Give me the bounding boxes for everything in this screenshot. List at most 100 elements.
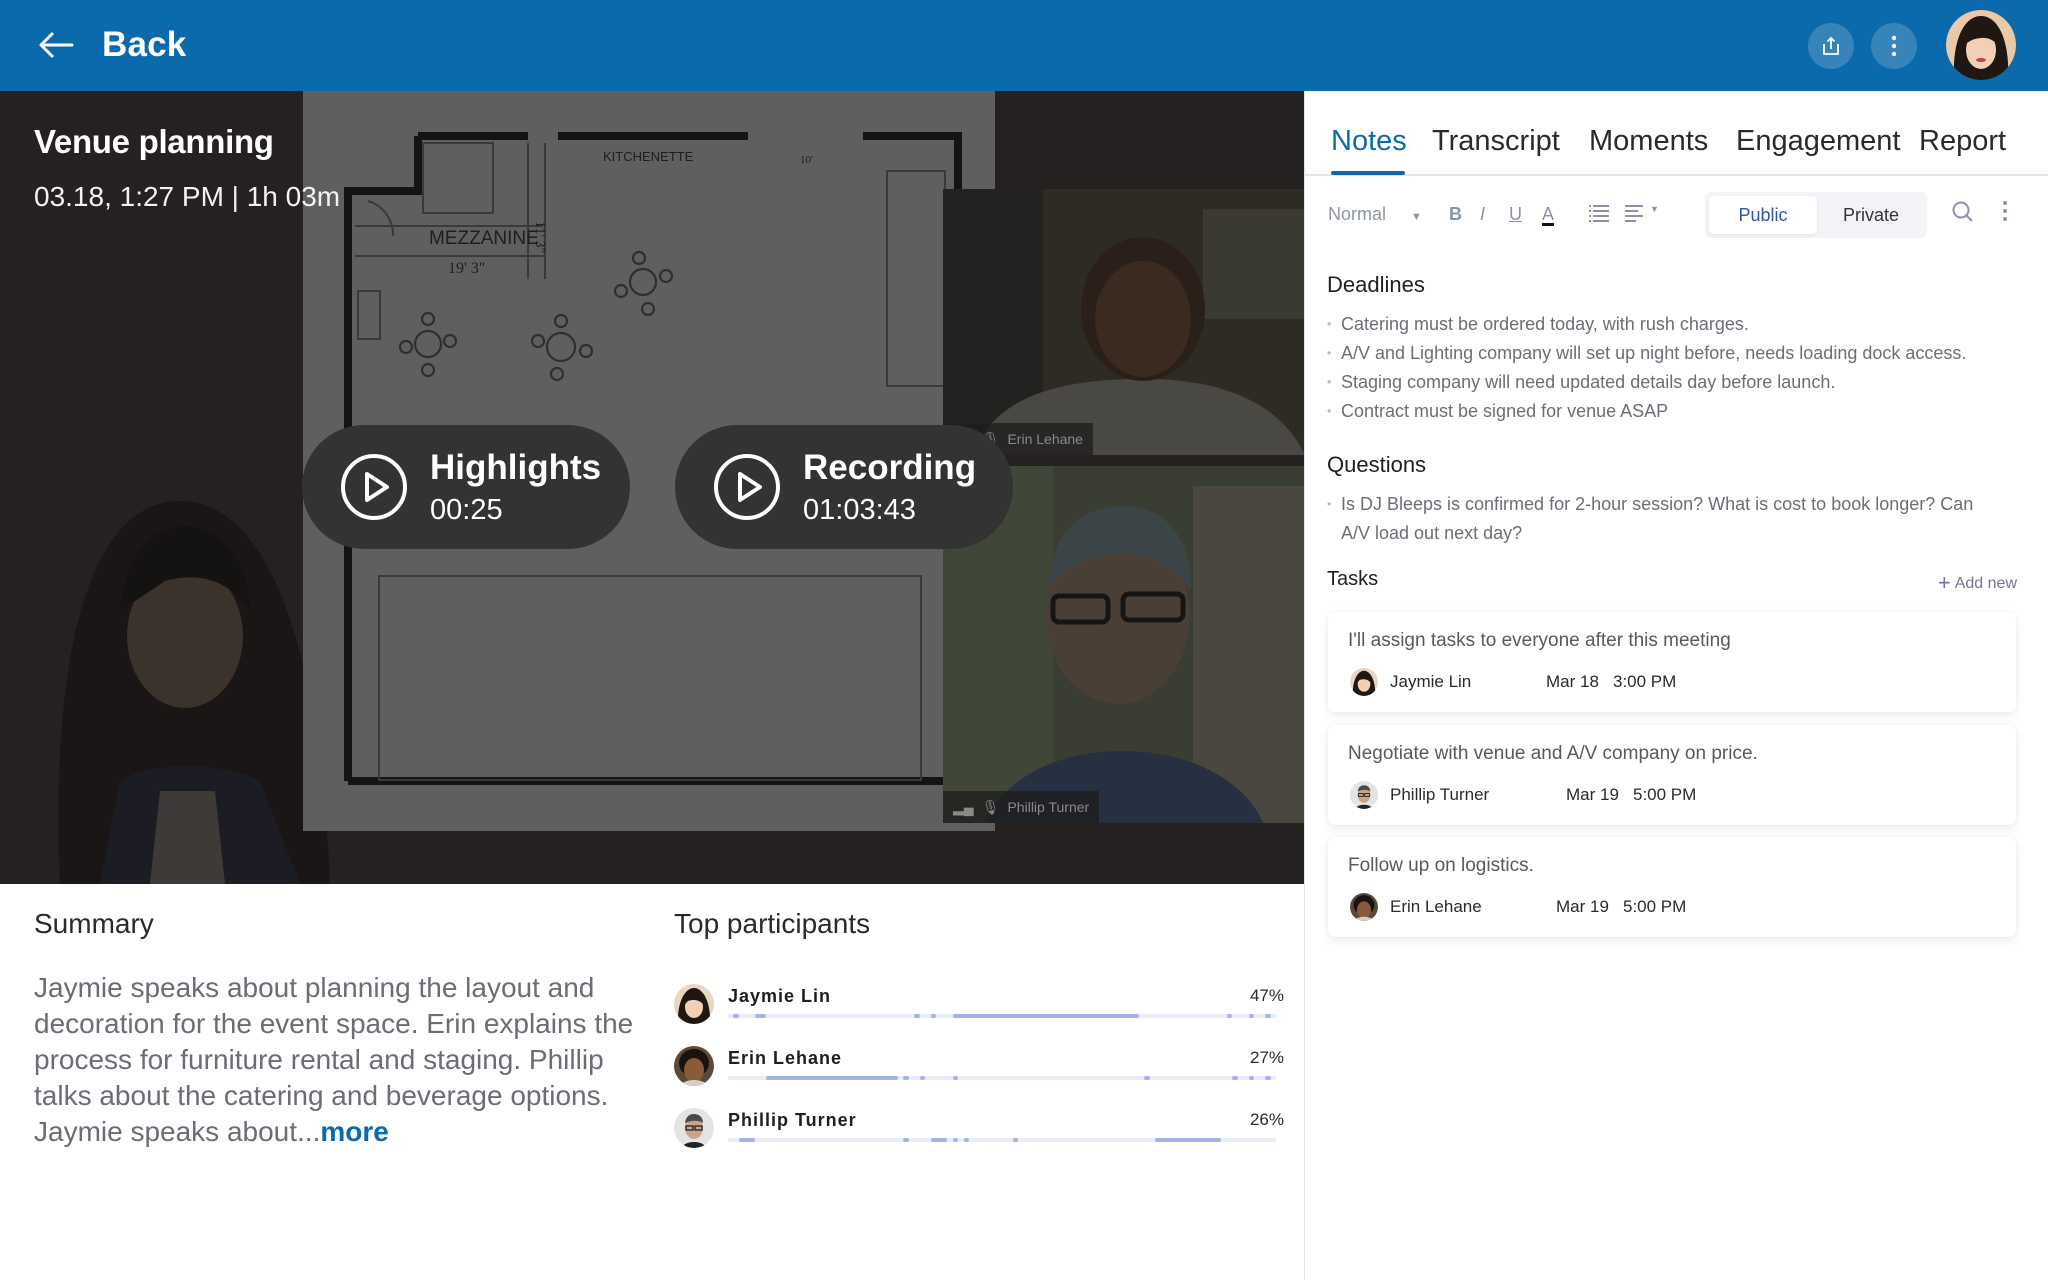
questions-heading: Questions: [1327, 452, 1427, 477]
talk-segment: [1248, 1076, 1255, 1080]
notes-more-button[interactable]: [2002, 200, 2008, 227]
italic-button[interactable]: I: [1480, 204, 1485, 225]
share-icon: [1823, 36, 1839, 55]
text-style-select[interactable]: Normal ▼: [1328, 204, 1422, 225]
assignee-name: Erin Lehane: [1390, 897, 1482, 916]
play-highlights-button[interactable]: Highlights 00:25: [302, 425, 630, 549]
caret-down-icon: ▼: [1650, 204, 1659, 214]
meeting-info: Venue planning 03.18, 1:27 PM | 1h 03m: [34, 123, 340, 213]
tab-report[interactable]: Report: [1919, 125, 2006, 158]
participant-row[interactable]: Phillip Turner 26%: [674, 1108, 1284, 1170]
align-button[interactable]: ▼: [1625, 204, 1659, 227]
task-card[interactable]: I'll assign tasks to everyone after this…: [1328, 612, 2016, 712]
summary-section: Summary Jaymie speaks about planning the…: [34, 908, 634, 1150]
play-recording-button[interactable]: Recording 01:03:43: [675, 425, 1013, 549]
talk-segment: [952, 1076, 959, 1080]
active-tab-indicator: [1331, 171, 1405, 175]
back-button[interactable]: Back: [36, 20, 186, 70]
talk-segment: [914, 1014, 920, 1018]
share-button[interactable]: [1808, 23, 1854, 69]
private-option[interactable]: Private: [1817, 196, 1925, 234]
highlights-label: Highlights: [430, 447, 602, 487]
text-style-value: Normal: [1328, 204, 1387, 224]
deadlines-heading: Deadlines: [1327, 272, 1425, 297]
participant-percent: 47%: [1249, 986, 1284, 1005]
meeting-title: Venue planning: [34, 123, 274, 160]
talk-segment: [919, 1076, 926, 1080]
talk-segment: [738, 1138, 756, 1142]
talk-segment: [1265, 1014, 1271, 1018]
tab-moments[interactable]: Moments: [1589, 125, 1708, 158]
underline-button[interactable]: U: [1509, 204, 1522, 225]
participant-percent: 26%: [1249, 1110, 1284, 1129]
talk-segment: [903, 1076, 909, 1080]
talk-time-track: [728, 1014, 1276, 1018]
more-link[interactable]: more: [320, 1116, 388, 1147]
tab-engagement[interactable]: Engagement: [1736, 125, 1900, 158]
top-participants-section: Top participants Jaymie Lin 47% Erin Leh…: [674, 908, 1284, 1170]
task-card[interactable]: Negotiate with venue and A/V company on …: [1328, 725, 2016, 825]
assignee-avatar: [1350, 781, 1378, 809]
task-text: Follow up on logistics.: [1348, 855, 1534, 876]
talk-segment: [930, 1014, 937, 1018]
search-icon: [1952, 201, 1973, 222]
task-text: I'll assign tasks to everyone after this…: [1348, 630, 1731, 651]
task-text: Negotiate with venue and A/V company on …: [1348, 743, 1758, 764]
talk-segment: [1248, 1014, 1255, 1018]
bullet-list-button[interactable]: [1589, 204, 1609, 227]
talk-segment: [766, 1076, 898, 1080]
user-avatar[interactable]: [1946, 10, 2016, 80]
participant-name: Phillip Turner: [728, 1110, 857, 1130]
text-color-button[interactable]: A: [1542, 204, 1555, 226]
public-option[interactable]: Public: [1709, 196, 1817, 234]
bold-button[interactable]: B: [1449, 204, 1462, 225]
assignee-avatar: [1350, 893, 1378, 921]
search-notes-button[interactable]: [1951, 200, 1975, 229]
add-task-label: Add new: [1954, 575, 2017, 592]
top-bar: Back: [0, 0, 2048, 91]
panel-divider: [1304, 91, 1305, 1280]
list-item: Is DJ Bleeps is confirmed for 2-hour ses…: [1327, 490, 1987, 548]
task-date: Mar 18: [1546, 672, 1599, 691]
list-item: Staging company will need updated detail…: [1327, 368, 2027, 397]
talk-segment: [1232, 1076, 1238, 1080]
list-item: Catering must be ordered today, with rus…: [1327, 310, 2027, 339]
task-time: 5:00 PM: [1623, 897, 1687, 916]
talk-segment: [755, 1014, 767, 1018]
tab-notes[interactable]: Notes: [1331, 125, 1407, 158]
visibility-toggle: Public Private: [1705, 192, 1927, 238]
video-tile-erin[interactable]: ▂▄ 🎙 Erin Lehane: [943, 189, 1305, 455]
talk-segment: [903, 1138, 909, 1142]
editor-toolbar: Normal ▼ B I U A ▼: [1305, 178, 2048, 254]
talk-segment: [952, 1138, 959, 1142]
add-task-button[interactable]: + Add new: [1938, 570, 2017, 596]
assignee-avatar: [1350, 668, 1378, 696]
task-date: Mar 19: [1566, 785, 1619, 804]
mic-icon: 🎙: [981, 798, 1000, 815]
talk-segment: [952, 1014, 1139, 1018]
more-vertical-icon: [2003, 201, 2007, 221]
participant-name: Erin Lehane: [728, 1048, 843, 1068]
tab-transcript[interactable]: Transcript: [1432, 125, 1560, 158]
height-dim-label: 11' 3": [532, 221, 547, 253]
participant-row[interactable]: Erin Lehane 27%: [674, 1046, 1284, 1108]
task-date: Mar 19: [1556, 897, 1609, 916]
participant-avatar: [674, 984, 714, 1024]
participant-avatar: [674, 1046, 714, 1086]
notes-editor[interactable]: Deadlines Catering must be ordered today…: [1327, 272, 2027, 548]
play-circle-icon: [714, 454, 780, 520]
mezzanine-label: MEZZANINE: [429, 228, 539, 249]
summary-text: Jaymie speaks about planning the layout …: [34, 970, 634, 1150]
participant-row[interactable]: Jaymie Lin 47%: [674, 984, 1284, 1046]
list-item: Contract must be signed for venue ASAP: [1327, 397, 2027, 426]
task-card[interactable]: Follow up on logistics. Erin Lehane Mar …: [1328, 837, 2016, 937]
talk-segment: [1012, 1138, 1019, 1142]
participant-name: Jaymie Lin: [728, 986, 832, 1006]
list-item: A/V and Lighting company will set up nig…: [1327, 339, 2027, 368]
talk-segment: [1226, 1014, 1233, 1018]
participant-avatar: [674, 1108, 714, 1148]
highlights-duration: 00:25: [430, 493, 503, 526]
video-player[interactable]: KITCHENETTE 10' MEZZANINE 19' 3" 11' 3" …: [0, 91, 1305, 884]
more-options-button[interactable]: [1871, 23, 1917, 69]
participant-percent: 27%: [1249, 1048, 1284, 1067]
